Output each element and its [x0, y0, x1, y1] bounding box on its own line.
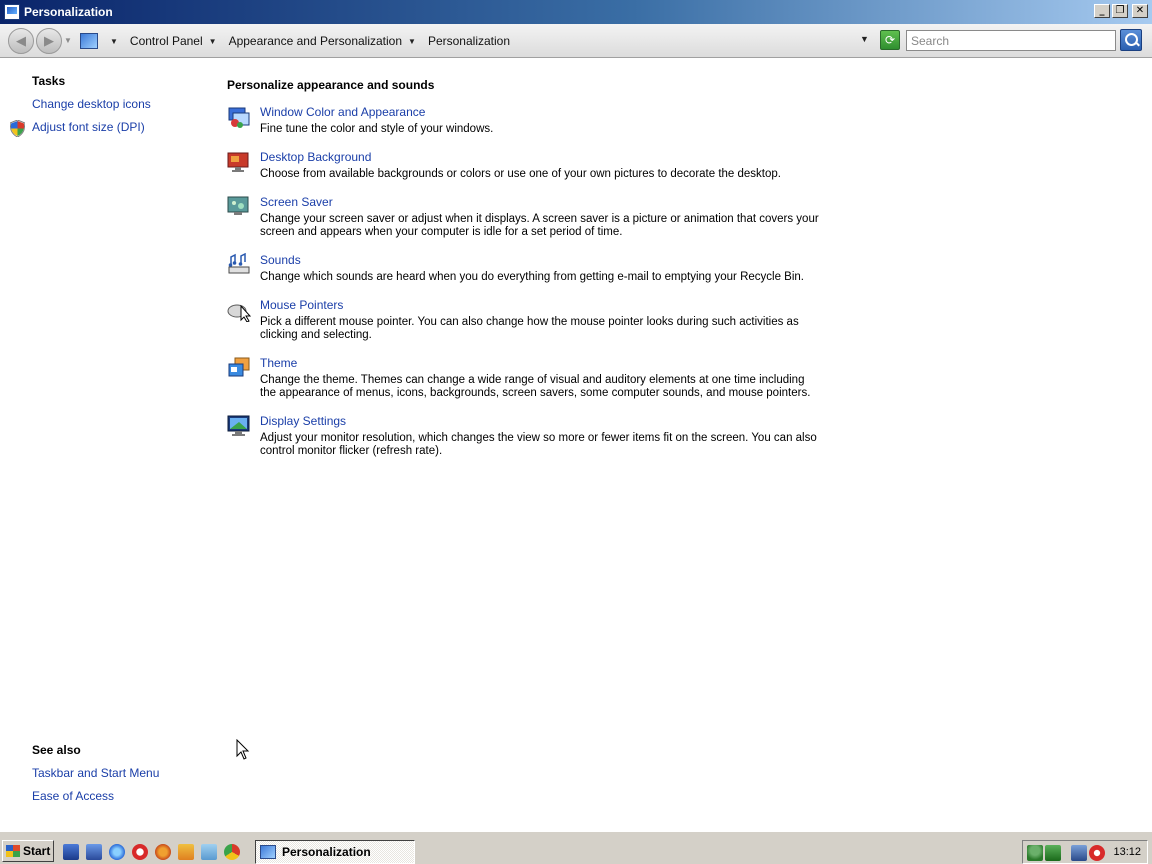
item-description: Choose from available backgrounds or col… [260, 168, 781, 180]
personalization-task-icon [260, 845, 276, 859]
breadcrumb-control-panel[interactable]: Control Panel [130, 34, 203, 48]
window-switcher-icon[interactable] [201, 844, 217, 860]
network-connection-icon[interactable] [1071, 845, 1087, 861]
taskbar: Start Personalization 13:12 [0, 830, 1152, 864]
forward-arrow-icon: ▶ [44, 33, 54, 48]
start-label: Start [23, 844, 51, 858]
breadcrumb-chevron-icon[interactable]: ▼ [408, 37, 416, 46]
search-input[interactable] [906, 30, 1116, 51]
address-bar: ◀ ▶ ▼ ▼ Control Panel ▼ Appearance and P… [0, 24, 1152, 58]
search-button[interactable] [1120, 29, 1142, 51]
theme-link[interactable]: Theme [260, 356, 297, 370]
internet-explorer-icon[interactable] [109, 844, 125, 860]
breadcrumb: ▼ Control Panel ▼ Appearance and Persona… [78, 29, 876, 53]
task-pane: Tasks Change desktop icons Adjust font s… [0, 59, 210, 829]
item-description: Adjust your monitor resolution, which ch… [260, 432, 817, 457]
desktop-background-icon [227, 152, 249, 172]
opera-icon[interactable] [132, 844, 148, 860]
sounds-icon [228, 253, 250, 274]
minimize-button[interactable]: _ [1094, 4, 1110, 18]
show-desktop-icon[interactable] [63, 844, 79, 860]
window-controls: _ ❐ ✕ [1094, 4, 1148, 18]
recent-pages-dropdown[interactable]: ▼ [64, 36, 72, 45]
chrome-icon[interactable] [224, 844, 240, 860]
display-settings-link[interactable]: Display Settings [260, 414, 346, 428]
window-color-icon [228, 107, 250, 128]
window-title: Personalization [24, 5, 113, 19]
system-tray: 13:12 [1022, 840, 1148, 864]
back-arrow-icon: ◀ [16, 33, 26, 48]
adjust-font-size-link[interactable]: Adjust font size (DPI) [32, 120, 145, 134]
item-description: Fine tune the color and style of your wi… [260, 123, 494, 135]
ease-of-access-link[interactable]: Ease of Access [32, 789, 114, 803]
forward-button[interactable]: ▶ [36, 28, 62, 54]
restore-button[interactable]: ❐ [1112, 4, 1128, 18]
taskbar-button-label: Personalization [282, 845, 371, 859]
page-title: Personalize appearance and sounds [227, 78, 435, 92]
refresh-icon: ⟳ [884, 33, 896, 47]
sounds-link[interactable]: Sounds [260, 253, 301, 267]
mouse-pointers-link[interactable]: Mouse Pointers [260, 298, 343, 312]
breadcrumb-appearance-personalization[interactable]: Appearance and Personalization [229, 34, 402, 48]
change-desktop-icons-link[interactable]: Change desktop icons [32, 97, 151, 111]
close-button[interactable]: ✕ [1132, 4, 1148, 18]
switch-windows-icon[interactable] [86, 844, 102, 860]
item-description: Change your screen saver or adjust when … [260, 213, 819, 238]
item-description: Change the theme. Themes can change a wi… [260, 374, 811, 399]
breadcrumb-chevron-icon[interactable]: ▼ [209, 37, 217, 46]
see-also-heading: See also [32, 743, 81, 757]
windows-flag-icon [6, 845, 20, 857]
start-button[interactable]: Start [2, 840, 54, 862]
mouse-cursor-icon [236, 739, 250, 760]
item-description: Pick a different mouse pointer. You can … [260, 316, 799, 341]
control-panel-icon [80, 33, 98, 49]
media-player-icon[interactable] [178, 844, 194, 860]
screen-saver-link[interactable]: Screen Saver [260, 195, 333, 209]
breadcrumb-personalization[interactable]: Personalization [428, 34, 510, 48]
desktop-background-link[interactable]: Desktop Background [260, 150, 371, 164]
taskbar-start-menu-link[interactable]: Taskbar and Start Menu [32, 766, 159, 780]
title-bar: Personalization _ ❐ ✕ [0, 0, 1152, 24]
clock[interactable]: 13:12 [1113, 846, 1141, 858]
refresh-button[interactable]: ⟳ [880, 30, 900, 50]
firefox-icon[interactable] [155, 844, 171, 860]
breadcrumb-root-chevron-icon[interactable]: ▼ [110, 37, 118, 46]
taskbar-button-personalization[interactable]: Personalization [255, 840, 415, 864]
theme-icon [228, 357, 250, 377]
item-description: Change which sounds are heard when you d… [260, 271, 804, 283]
mouse-pointers-icon [227, 304, 251, 322]
address-dropdown-icon[interactable]: ▼ [860, 34, 869, 44]
personalization-app-icon [4, 4, 20, 20]
network-status-icon[interactable] [1045, 845, 1061, 861]
security-alert-icon[interactable] [1089, 845, 1105, 861]
back-button[interactable]: ◀ [8, 28, 34, 54]
screen-saver-icon [227, 196, 249, 215]
uac-shield-icon [10, 120, 25, 137]
tasks-heading: Tasks [32, 74, 66, 88]
users-icon[interactable] [1027, 845, 1043, 861]
window-color-appearance-link[interactable]: Window Color and Appearance [260, 105, 425, 119]
display-settings-icon [227, 415, 250, 436]
